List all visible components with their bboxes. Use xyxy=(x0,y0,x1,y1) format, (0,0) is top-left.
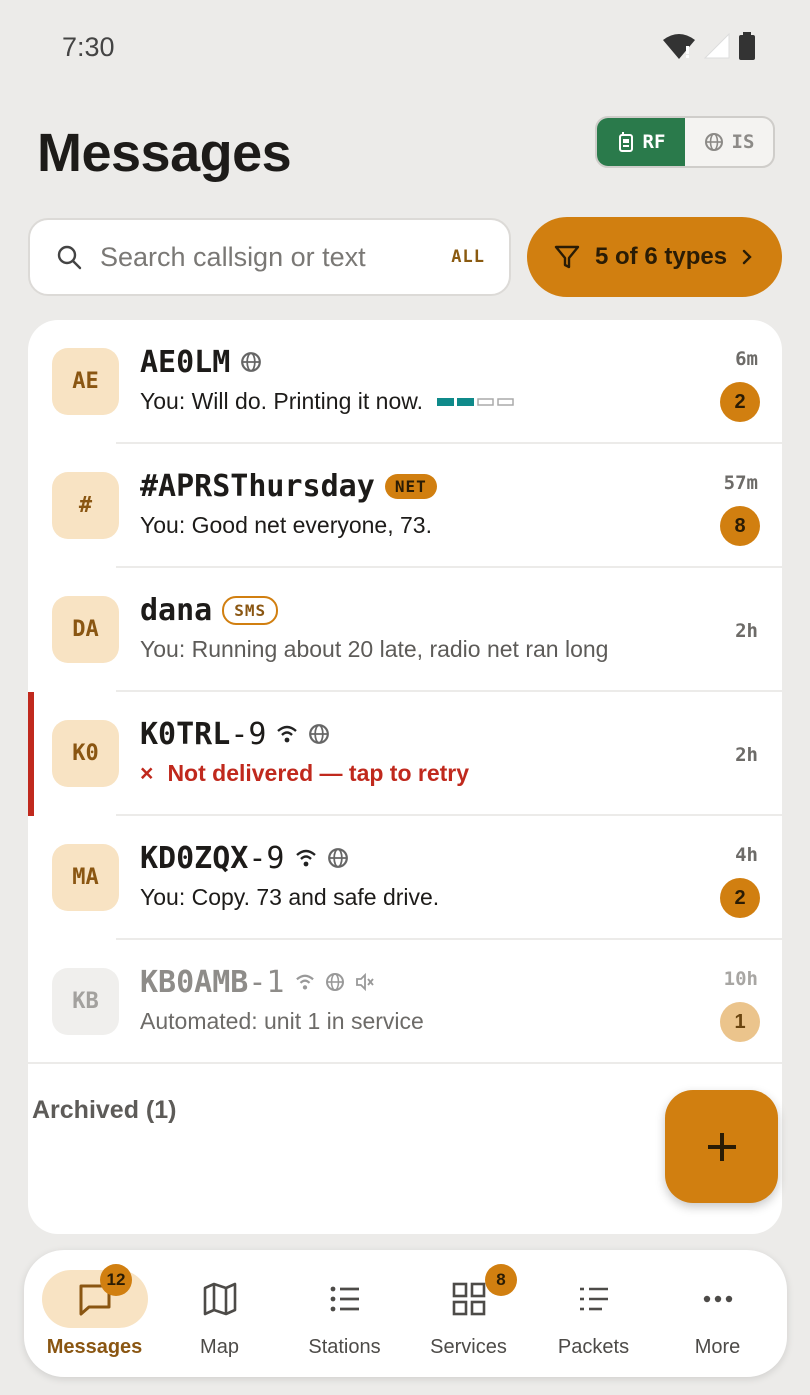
chevron-right-icon xyxy=(742,249,752,265)
nav-label: Messages xyxy=(46,1336,143,1358)
status-icons xyxy=(662,32,756,60)
callsign: KB0AMB-1 xyxy=(140,964,285,1000)
conversation-row[interactable]: # #APRSThursday NET You: Good net everyo… xyxy=(28,444,782,568)
unread-count-badge: 2 xyxy=(720,382,760,422)
avatar: AE xyxy=(52,348,119,415)
search-icon xyxy=(57,245,82,270)
message-time: 4h xyxy=(735,844,758,866)
rf-signal-icon xyxy=(277,725,298,743)
message-preview: You: Copy. 73 and safe drive. xyxy=(140,884,440,910)
globe-icon xyxy=(241,352,262,372)
retry-message[interactable]: Not delivered — tap to retry xyxy=(167,760,469,787)
nav-label: Packets xyxy=(557,1336,630,1358)
conversation-row[interactable]: KB KB0AMB-1 Automated: unit 1 in service… xyxy=(28,940,782,1064)
rf-toggle-button[interactable]: RF xyxy=(597,118,685,166)
callsign: K0TRL-9 xyxy=(140,716,267,752)
signal-icon xyxy=(704,33,730,59)
globe-icon xyxy=(704,133,723,151)
avatar: K0 xyxy=(52,720,119,787)
rf-label: RF xyxy=(642,131,666,153)
message-preview: You: Running about 20 late, radio net ra… xyxy=(140,636,609,662)
nav-services[interactable]: 8 Services xyxy=(406,1250,531,1377)
status-bar: 7:30 xyxy=(0,0,810,96)
callsign: #APRSThursday xyxy=(140,468,375,504)
nav-packets[interactable]: Packets xyxy=(531,1250,656,1377)
wifi-icon xyxy=(663,34,695,59)
avatar: DA xyxy=(52,596,119,663)
unread-count-badge: 2 xyxy=(720,878,760,918)
filter-icon xyxy=(554,245,580,269)
divider xyxy=(28,1062,782,1064)
more-icon xyxy=(703,1295,732,1303)
battery-icon xyxy=(739,32,755,60)
unread-count-badge: 1 xyxy=(720,1002,760,1042)
nav-badge: 8 xyxy=(485,1264,517,1296)
rf-signal-icon xyxy=(295,849,316,867)
delivery-progress-icon xyxy=(436,397,514,406)
nav-label: More xyxy=(694,1336,741,1358)
type-filter-button[interactable]: 5 of 6 types xyxy=(527,217,782,297)
plus-icon xyxy=(707,1132,736,1161)
message-preview: You: Good net everyone, 73. xyxy=(140,512,432,538)
conversation-row[interactable]: DA dana SMS You: Running about 20 late, … xyxy=(28,568,782,692)
globe-icon xyxy=(325,973,344,991)
nav-label: Stations xyxy=(308,1336,381,1358)
status-time: 7:30 xyxy=(62,32,115,62)
bottom-navigation: 12 Messages Map Stations 8 Services Pack… xyxy=(24,1250,787,1377)
nav-label: Services xyxy=(430,1336,507,1358)
callsign: KD0ZQX-9 xyxy=(140,840,285,876)
new-message-button[interactable] xyxy=(665,1090,778,1203)
map-icon xyxy=(203,1282,236,1316)
muted-speaker-icon xyxy=(355,972,374,992)
avatar: # xyxy=(52,472,119,539)
globe-icon xyxy=(327,848,348,868)
conversation-row[interactable]: AE AE0LM You: Will do. Printing it now. … xyxy=(28,320,782,444)
page-title: Messages xyxy=(37,123,292,183)
search-scope-button[interactable]: ALL xyxy=(451,247,485,267)
conversation-row[interactable]: K0 K0TRL-9 × Not delivered — tap to retr… xyxy=(28,692,782,816)
nav-messages[interactable]: 12 Messages xyxy=(32,1250,157,1377)
avatar: KB xyxy=(52,968,119,1035)
message-time: 10h xyxy=(723,968,758,990)
rf-signal-icon xyxy=(295,974,314,990)
callsign: AE0LM xyxy=(140,344,231,380)
nav-more[interactable]: More xyxy=(655,1250,780,1377)
avatar: MA xyxy=(52,844,119,911)
nav-label: Map xyxy=(200,1336,239,1358)
search-placeholder: Search callsign or text xyxy=(100,241,366,272)
message-preview: Automated: unit 1 in service xyxy=(140,1008,424,1034)
transport-toggle: RF IS xyxy=(595,116,775,168)
message-time: 57m xyxy=(723,472,758,494)
radio-icon xyxy=(618,132,633,152)
filter-label: 5 of 6 types xyxy=(595,243,728,270)
nav-map[interactable]: Map xyxy=(157,1250,282,1377)
packets-icon xyxy=(579,1287,608,1311)
archived-link[interactable]: Archived (1) xyxy=(32,1096,176,1125)
net-badge: NET xyxy=(384,473,437,499)
list-icon xyxy=(330,1286,359,1312)
message-time: 2h xyxy=(735,620,758,642)
nav-badge: 12 xyxy=(100,1264,132,1296)
grid-icon xyxy=(452,1282,485,1316)
error-icon: × xyxy=(140,760,154,786)
is-toggle-button[interactable]: IS xyxy=(685,118,773,166)
nav-stations[interactable]: Stations xyxy=(282,1250,407,1377)
sms-badge: SMS xyxy=(222,595,279,625)
is-label: IS xyxy=(731,131,755,153)
callsign: dana xyxy=(140,592,213,628)
search-input[interactable]: Search callsign or text ALL xyxy=(28,218,511,296)
conversation-row[interactable]: MA KD0ZQX-9 You: Copy. 73 and safe drive… xyxy=(28,816,782,940)
message-time: 6m xyxy=(735,348,758,370)
error-indicator-bar xyxy=(28,692,34,816)
unread-count-badge: 8 xyxy=(720,506,760,546)
globe-icon xyxy=(309,724,330,744)
message-preview: You: Will do. Printing it now. xyxy=(140,388,423,414)
message-time: 2h xyxy=(735,744,758,766)
